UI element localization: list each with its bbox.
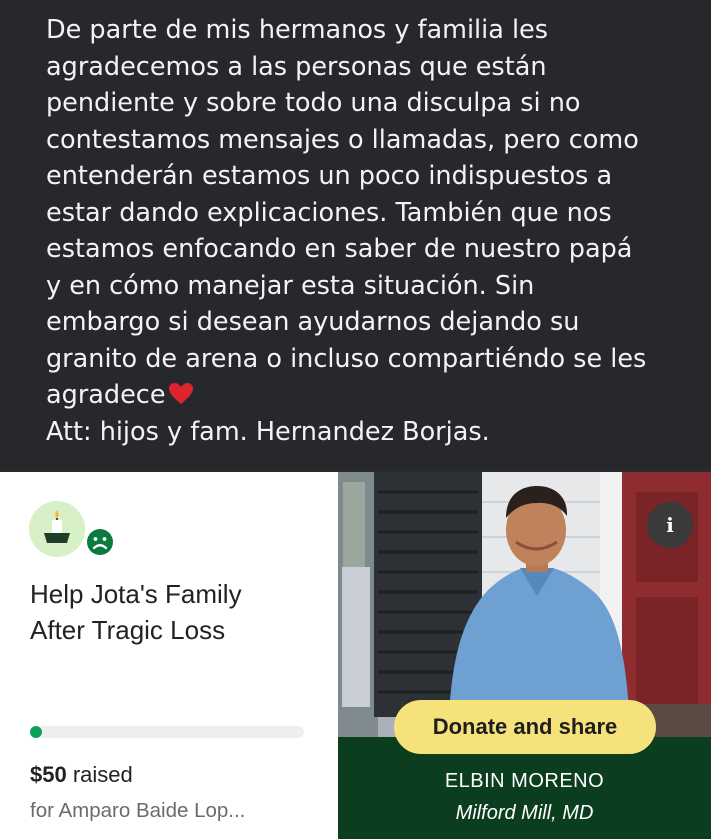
organizer-name: ELBIN MORENO [444, 770, 605, 792]
post-message: De parte de mis hermanos y familia les a… [46, 12, 686, 450]
post-line: estamos enfocando en saber de nuestro pa… [46, 234, 633, 264]
post-line: contestamos mensajes o llamadas, pero co… [46, 124, 639, 155]
info-button[interactable]: i [647, 502, 693, 548]
heart-icon [168, 383, 193, 404]
post-line-with-heart: agradece [46, 377, 686, 414]
sad-face-badge-icon [83, 525, 117, 559]
beneficiary-line: for Amparo Baide Lop... [30, 799, 246, 822]
post-line: estar dando explicaciones. También que n… [46, 197, 612, 228]
campaign-title[interactable]: Help Jota's Family After Tragic Loss [30, 576, 320, 648]
candle-badge-icon [29, 501, 85, 557]
post-line: granito de arena o incluso compartiéndo … [46, 343, 647, 374]
fundraiser-card[interactable]: Help Jota's Family After Tragic Loss $50… [0, 472, 711, 839]
amount-raised: $50 raised [30, 762, 133, 788]
raised-amount-value: $50 [30, 762, 67, 787]
post-line: agradece [46, 380, 166, 410]
donate-and-share-button[interactable]: Donate and share [394, 700, 656, 754]
post-line: agradecemos a las personas que están [46, 51, 547, 82]
campaign-title-line: After Tragic Loss [30, 615, 226, 645]
post-line: entenderán estamos un poco indispuestos … [46, 161, 613, 191]
post-line: Att: hijos y fam. Hernandez Borjas. [46, 416, 490, 447]
social-post: De parte de mis hermanos y familia les a… [0, 0, 711, 470]
post-line: pendiente y sobre todo una disculpa si n… [46, 88, 581, 118]
post-line: y en cómo manejar esta situación. Sin [46, 270, 535, 301]
progress-fill [30, 726, 43, 738]
campaign-title-line: Help Jota's Family [30, 579, 242, 609]
progress-bar [30, 726, 304, 738]
post-line: De parte de mis hermanos y familia les [46, 15, 549, 45]
post-line: embargo si desean ayudarnos dejando su [46, 307, 580, 337]
organizer-location: Milford Mill, MD [455, 802, 594, 824]
fundraiser-details: Help Jota's Family After Tragic Loss $50… [0, 472, 338, 839]
raised-label: raised [66, 762, 133, 787]
campaign-photo[interactable]: i [338, 472, 711, 737]
